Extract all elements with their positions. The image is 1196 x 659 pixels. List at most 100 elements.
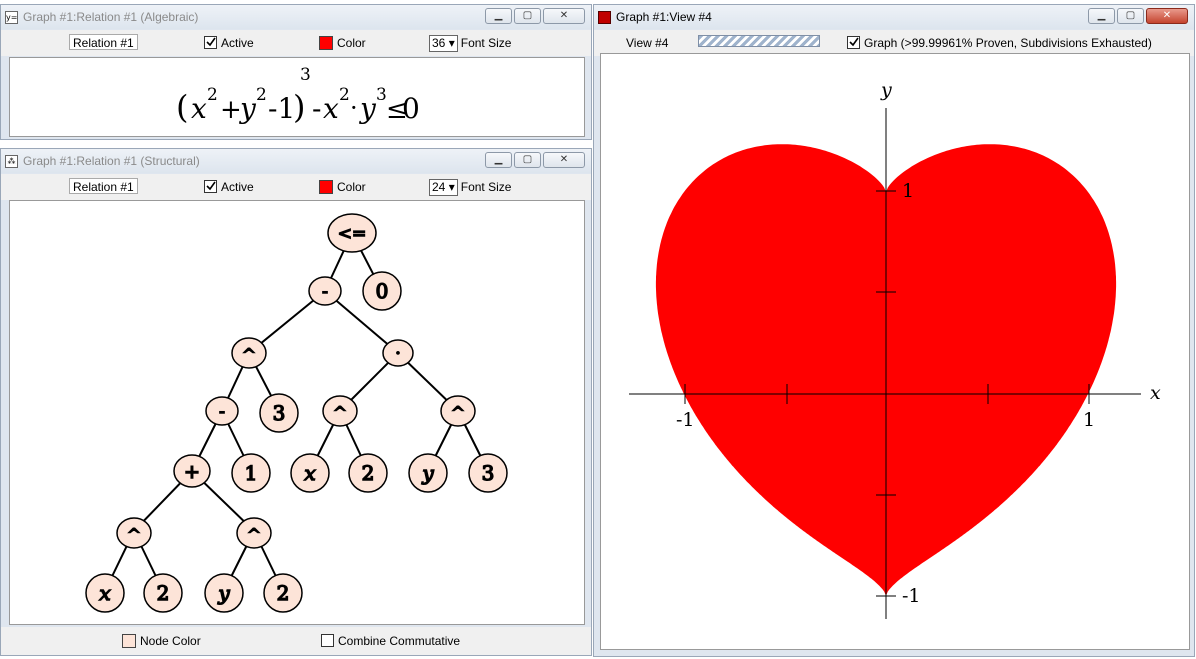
svg-text:+: +	[184, 461, 200, 483]
node-color-label: Node Color	[140, 634, 201, 648]
relation-name-field[interactable]: Relation #1	[69, 34, 138, 50]
graph-view-titlebar[interactable]: Graph #1:View #4 ▁ ▢ ✕	[594, 5, 1194, 29]
close-button[interactable]: ✕	[1146, 8, 1188, 24]
font-size-control[interactable]: 36 ▾ Font Size	[429, 34, 511, 52]
x-tick-label-max: 1	[1083, 409, 1095, 431]
chevron-down-icon: ▾	[448, 36, 455, 50]
expression-tree-area: <= - 0 ^ · - 3 ^ ^ + 1 x 2 y 3 ^ ^ x 2 y	[9, 200, 585, 625]
tree-node-power[interactable]: ^	[322, 395, 358, 427]
formula-x2: x	[323, 92, 339, 125]
formula-outer-exp: 3	[300, 65, 311, 85]
maximize-button[interactable]: ▢	[514, 152, 541, 168]
active-label: Active	[221, 36, 254, 50]
y-tick-label-min: -1	[902, 585, 921, 607]
active-checkbox[interactable]: Active	[204, 34, 254, 52]
formula-open-paren: (	[176, 88, 188, 126]
color-button[interactable]: Color	[319, 178, 366, 196]
svg-text:1: 1	[245, 461, 258, 485]
tree-node-x[interactable]: x	[290, 453, 330, 493]
svg-text:x: x	[304, 461, 315, 485]
graph-view-icon	[598, 11, 611, 24]
color-swatch	[319, 36, 333, 50]
tree-node-minus[interactable]: -	[205, 396, 239, 426]
svg-text:0: 0	[376, 279, 389, 303]
formula-y-exp: 2	[256, 85, 267, 105]
font-size-value: 24	[432, 180, 446, 194]
tree-node-three[interactable]: 3	[259, 393, 299, 433]
tree-view-icon: ⁂	[5, 155, 18, 168]
active-check-icon	[204, 180, 217, 193]
formula-close-paren: )	[293, 88, 305, 126]
active-checkbox[interactable]: Active	[204, 178, 254, 196]
unchecked-box-icon	[321, 634, 334, 647]
minimize-button[interactable]: ▁	[485, 152, 512, 168]
tree-node-minus[interactable]: -	[308, 276, 342, 306]
tree-node-plus[interactable]: +	[173, 454, 211, 488]
tree-node-zero[interactable]: 0	[362, 271, 402, 311]
formula-plus: +	[220, 95, 242, 125]
close-button[interactable]: ✕	[543, 8, 585, 24]
graphing-progress-bar	[698, 35, 820, 47]
svg-text:^: ^	[451, 403, 464, 422]
svg-text:2: 2	[157, 581, 170, 605]
svg-text:2: 2	[277, 581, 290, 605]
graph-check-icon	[847, 36, 860, 49]
tree-node-two[interactable]: 2	[263, 573, 303, 613]
structural-window-title: Graph #1:Relation #1 (Structural)	[23, 154, 200, 168]
view-name-field[interactable]: View #4	[626, 34, 668, 52]
tree-node-leq[interactable]: <=	[327, 213, 377, 253]
combine-commutative-checkbox[interactable]: Combine Commutative	[321, 632, 460, 650]
svg-text:x: x	[99, 581, 110, 605]
structural-titlebar[interactable]: ⁂ Graph #1:Relation #1 (Structural) ▁ ▢ …	[1, 149, 591, 173]
color-button[interactable]: Color	[319, 34, 366, 52]
close-button[interactable]: ✕	[543, 152, 585, 168]
minimize-button[interactable]: ▁	[485, 8, 512, 24]
minimize-button[interactable]: ▁	[1088, 8, 1115, 24]
svg-text:^: ^	[333, 403, 346, 422]
tree-node-two[interactable]: 2	[143, 573, 183, 613]
tree-node-multiply[interactable]: ·	[382, 339, 414, 367]
graph-canvas[interactable]: x y -1 1 1 -1	[600, 53, 1190, 650]
active-label: Active	[221, 180, 254, 194]
font-size-select[interactable]: 36 ▾	[429, 35, 458, 52]
tree-node-y[interactable]: y	[408, 453, 448, 493]
font-size-label: Font Size	[460, 36, 512, 50]
algebraic-titlebar[interactable]: y= Graph #1:Relation #1 (Algebraic) ▁ ▢ …	[1, 5, 591, 29]
graph-checkbox[interactable]: Graph (>99.99961% Proven, Subdivisions E…	[847, 34, 1152, 52]
expression-tree: <= - 0 ^ · - 3 ^ ^ + 1 x 2 y 3 ^ ^ x 2 y	[85, 213, 508, 613]
svg-text:3: 3	[273, 401, 286, 425]
formula-y: y	[238, 92, 257, 125]
formula-minus-one: -1	[268, 92, 295, 125]
x-axis-label: x	[1150, 382, 1161, 404]
y-axis-label: y	[880, 79, 892, 101]
font-size-value: 36	[432, 36, 446, 50]
formula-x: x	[191, 92, 207, 125]
tree-node-power[interactable]: ^	[236, 517, 272, 549]
relation-name-field[interactable]: Relation #1	[69, 178, 138, 194]
maximize-button[interactable]: ▢	[514, 8, 541, 24]
tree-node-power[interactable]: ^	[231, 337, 267, 369]
formula-y2: y	[358, 92, 377, 125]
formula-zero: 0	[402, 92, 420, 125]
color-swatch	[319, 180, 333, 194]
maximize-button[interactable]: ▢	[1117, 8, 1144, 24]
tree-node-one[interactable]: 1	[231, 453, 271, 493]
font-size-select[interactable]: 24 ▾	[429, 179, 458, 196]
formula-dot: ·	[350, 94, 358, 122]
formula-minus: -	[312, 92, 321, 125]
font-size-control[interactable]: 24 ▾ Font Size	[429, 178, 511, 196]
node-color-button[interactable]: Node Color	[122, 632, 201, 650]
color-label: Color	[337, 180, 366, 194]
algebraic-window: y= Graph #1:Relation #1 (Algebraic) ▁ ▢ …	[0, 4, 592, 140]
tree-node-three[interactable]: 3	[468, 453, 508, 493]
tree-node-power[interactable]: ^	[116, 517, 152, 549]
tree-node-x[interactable]: x	[85, 573, 125, 613]
tree-node-y[interactable]: y	[204, 573, 244, 613]
font-size-label: Font Size	[460, 180, 512, 194]
color-label: Color	[337, 36, 366, 50]
tree-node-two[interactable]: 2	[348, 453, 388, 493]
y-tick-label-max: 1	[902, 180, 914, 202]
active-check-icon	[204, 36, 217, 49]
tree-node-power[interactable]: ^	[440, 395, 476, 427]
algebraic-window-title: Graph #1:Relation #1 (Algebraic)	[23, 10, 199, 24]
